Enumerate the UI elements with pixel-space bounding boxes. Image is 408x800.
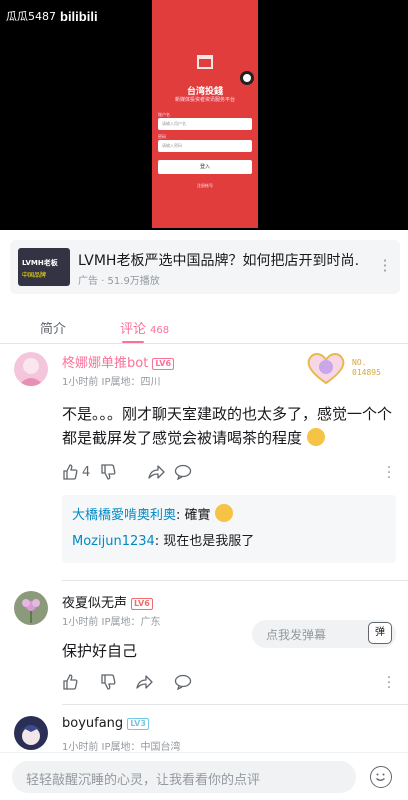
ad-thumb-text: LVMH老板 (22, 259, 58, 267)
comment-input[interactable]: 轻轻敲醒沉睡的心灵，让我看看你的点评 (12, 761, 356, 793)
level-badge: LV3 (127, 717, 149, 730)
comment-text: 保护好自己 (62, 642, 138, 660)
cursor-dot (240, 71, 254, 85)
heart-badge-icon (307, 353, 345, 385)
comments-count: 468 (150, 325, 170, 336)
ad-title: LVMH老板严选中国品牌？如何把店开到时尚… (78, 253, 360, 269)
video-frame-phone: 台湾投錢 新媒体投资者资讯服务平台 账户名 请输入用户名 密码 请输入密码 登入… (152, 0, 258, 228)
comment-bubble-icon (174, 674, 192, 690)
ad-thumb-text: 中国品牌 (22, 272, 47, 279)
anime-avatar-icon (19, 725, 43, 745)
register-link: 注册帐号 (197, 183, 213, 188)
comment-meta: 1小时前 IP属地：广东 (62, 617, 161, 628)
reply-button[interactable] (174, 464, 192, 480)
ad-thumbnail: LVMH老板 中国品牌 (18, 248, 70, 286)
share-icon (148, 465, 165, 479)
login-button: 登入 (158, 160, 252, 174)
thumb-down-icon (101, 674, 116, 690)
thumb-up-icon (63, 674, 78, 690)
avatar[interactable] (14, 591, 48, 625)
reply-item: 大橋橋愛啃奧利奧: 確實 (72, 503, 386, 529)
bilibili-logo: bilibili (60, 8, 98, 24)
fan-badge: NO. 014895 (304, 350, 400, 386)
more-icon[interactable]: · · · (382, 253, 388, 279)
share-button[interactable] (148, 464, 166, 480)
smiley-icon (376, 773, 385, 781)
video-player[interactable]: 瓜瓜5487 bilibili 台湾投錢 新媒体投资者资讯服务平台 账户名 请输… (0, 0, 408, 230)
thumb-up-icon (63, 464, 78, 480)
reply-button[interactable] (174, 674, 192, 690)
comment-username[interactable]: 夜夏似无声 LV6 (62, 592, 153, 611)
reply-username[interactable]: Mozijun1234 (72, 534, 155, 549)
reply-username[interactable]: 大橋橋愛啃奧利奧 (72, 508, 176, 523)
fan-number: NO. 014895 (352, 358, 381, 377)
replies-preview[interactable]: 大橋橋愛啃奧利奧: 確實 Mozijun1234: 现在也是我服了 (62, 495, 396, 563)
tab-bar: 简介 评论 468 点我发弹幕 弹 (0, 308, 408, 648)
comment-meta: 1小时前 IP属地：中国台湾 (62, 742, 181, 753)
reply-text: 確實 (184, 508, 211, 523)
avatar[interactable] (14, 352, 48, 386)
comment-meta: 1小时前 IP属地：四川 (62, 377, 161, 388)
dislike-button[interactable] (100, 674, 116, 690)
password-field: 请输入密码 (158, 140, 252, 152)
divider (62, 704, 408, 705)
reply-text: 现在也是我服了 (163, 534, 255, 549)
like-count: 4 (82, 464, 91, 480)
comment-text: 不是。。。刚才聊天室建政的也太多了，感觉一个个都是截屏发了感觉会被请喝茶的程度 (62, 405, 393, 447)
reply-item: Mozijun1234: 现在也是我服了 (72, 534, 255, 549)
comment-compose-bar: 轻轻敲醒沉睡的心灵，让我看看你的点评 (0, 752, 408, 800)
level-badge: LV6 (152, 357, 175, 370)
comment-username[interactable]: boyufang LV3 (62, 716, 149, 731)
comment-bubble-icon (174, 464, 192, 480)
level-badge: LV6 (131, 597, 153, 610)
thumb-down-icon (101, 464, 116, 480)
tab-intro-label: 简介 (40, 322, 67, 337)
dislike-button[interactable] (100, 464, 116, 480)
tab-intro[interactable]: 简介 (40, 318, 66, 337)
more-icon[interactable]: · · · (386, 461, 392, 485)
laugh-emoji-icon (306, 428, 325, 446)
comment-actions: · · · (62, 671, 398, 695)
divider (62, 580, 408, 581)
tab-comments[interactable]: 评论 468 (120, 318, 169, 337)
laugh-emoji-icon (214, 504, 233, 522)
share-icon (136, 675, 153, 689)
comment-actions: 4 · · · (62, 461, 398, 485)
bank-icon (197, 55, 213, 69)
like-button[interactable]: 4 (62, 464, 90, 480)
comment-username[interactable]: 柊娜娜单推bot LV6 (62, 352, 175, 371)
flower-avatar-icon (22, 599, 40, 623)
ad-meta: 广告 · 51.9万播放 (78, 276, 160, 287)
emoji-icon[interactable] (370, 766, 392, 788)
avatar-image-icon (18, 358, 44, 386)
account-field: 请输入用户名 (158, 118, 252, 130)
more-icon[interactable]: · · · (386, 671, 392, 695)
uploader-name: 瓜瓜5487 (6, 10, 56, 23)
tab-indicator (122, 341, 144, 343)
watermark: 瓜瓜5487 bilibili (6, 8, 98, 24)
like-button[interactable] (62, 674, 78, 690)
app-subtitle: 新媒体投资者资讯服务平台 (174, 97, 235, 103)
tab-comments-label: 评论 (120, 322, 147, 337)
share-button[interactable] (136, 674, 154, 690)
ad-card[interactable]: LVMH老板 中国品牌 LVMH老板严选中国品牌？如何把店开到时尚… 广告 · … (10, 240, 400, 294)
avatar[interactable] (14, 716, 48, 750)
